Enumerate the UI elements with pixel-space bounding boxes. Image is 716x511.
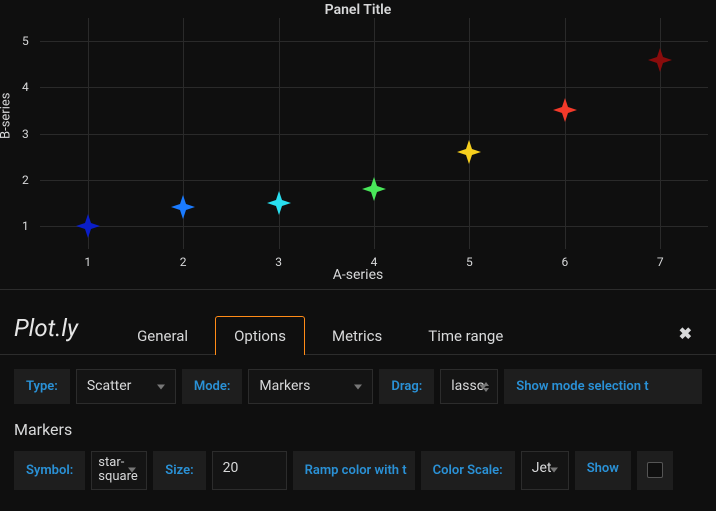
tab-bar: GeneralOptionsMetricsTime range	[118, 315, 522, 354]
y-axis-label: B-series	[0, 92, 14, 138]
y-tick: 4	[22, 80, 29, 94]
type-select[interactable]: Scatter	[76, 369, 176, 404]
x-tick: 7	[657, 255, 664, 269]
drag-value: lasso	[451, 378, 484, 394]
show-link[interactable]: Show	[575, 451, 631, 490]
grid-line	[469, 18, 470, 249]
tab-time-range[interactable]: Time range	[409, 316, 522, 355]
size-input[interactable]: 20	[212, 451, 287, 490]
checkbox[interactable]	[647, 462, 663, 478]
symbol-value: star-square	[98, 455, 138, 484]
drag-select[interactable]: lasso	[440, 369, 498, 404]
editor-header: Plot.ly GeneralOptionsMetricsTime range …	[0, 290, 716, 355]
controls-area: Type: Scatter Mode: Markers Drag: lasso …	[0, 355, 716, 504]
brand-label: Plot.ly	[14, 314, 78, 354]
x-tick: 4	[371, 255, 378, 269]
markers-heading: Markers	[14, 414, 702, 441]
y-tick: 3	[22, 127, 29, 141]
symbol-label: Symbol:	[14, 451, 85, 490]
x-tick: 1	[84, 255, 91, 269]
data-point[interactable]	[457, 140, 481, 164]
data-point[interactable]	[76, 214, 100, 238]
symbol-select[interactable]: star-square	[91, 451, 147, 490]
mode-value: Markers	[259, 378, 310, 394]
x-tick: 2	[180, 255, 187, 269]
y-tick: 1	[22, 219, 29, 233]
grid-line	[374, 18, 375, 249]
data-point[interactable]	[267, 191, 291, 215]
colorscale-value: Jet	[532, 460, 552, 476]
chart-panel: Panel Title B-series A-series 1234512345…	[0, 0, 716, 290]
data-point[interactable]	[171, 195, 195, 219]
y-tick: 2	[22, 173, 29, 187]
type-label: Type:	[14, 369, 70, 404]
data-point[interactable]	[648, 48, 672, 72]
close-icon[interactable]: ✖	[679, 324, 692, 343]
x-tick: 6	[561, 255, 568, 269]
drag-label: Drag:	[379, 369, 434, 404]
ramp-color-label: Ramp color with t	[293, 451, 415, 490]
size-value: 20	[223, 460, 239, 476]
checkbox-container	[637, 451, 673, 490]
mode-select[interactable]: Markers	[248, 369, 373, 404]
tab-metrics[interactable]: Metrics	[313, 316, 401, 355]
plot-area[interactable]: 123451234567	[40, 18, 708, 249]
colorscale-label: Color Scale:	[421, 451, 515, 490]
y-tick: 5	[22, 34, 29, 48]
show-mode-selection-link[interactable]: Show mode selection t	[504, 369, 702, 404]
type-value: Scatter	[87, 378, 132, 394]
mode-label: Mode:	[182, 369, 243, 404]
tab-general[interactable]: General	[118, 316, 207, 355]
x-axis-label: A-series	[333, 267, 383, 283]
tab-options[interactable]: Options	[215, 316, 305, 355]
x-tick: 5	[466, 255, 473, 269]
grid-line	[565, 18, 566, 249]
chart-title: Panel Title	[325, 2, 392, 18]
colorscale-select[interactable]: Jet	[521, 451, 569, 490]
size-label: Size:	[153, 451, 205, 490]
panel-editor: Plot.ly GeneralOptionsMetricsTime range …	[0, 290, 716, 504]
data-point[interactable]	[362, 177, 386, 201]
x-tick: 3	[275, 255, 282, 269]
data-point[interactable]	[553, 98, 577, 122]
